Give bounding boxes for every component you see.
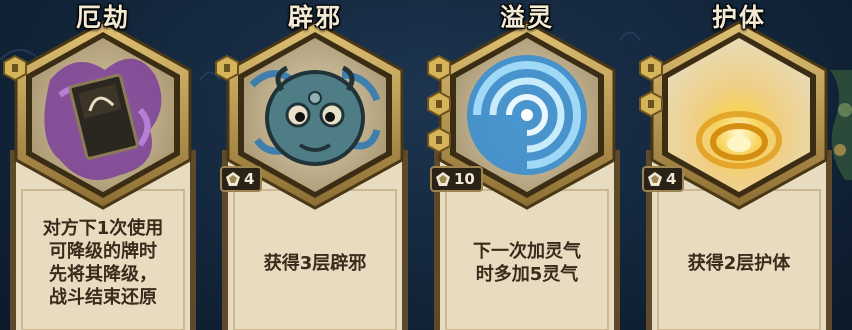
card-huti[interactable]: 护体 4 获得2层护体 [636,0,842,330]
card-description: 获得3层辟邪 [263,252,367,274]
upgrade-coin-icon [215,55,239,81]
card-description: 获得2层护体 [687,252,791,274]
cursed-card-icon [44,58,162,180]
upgrade-coin-icon [427,91,451,117]
upgrade-coin-icon [639,91,663,117]
cost-value: 4 [244,170,255,188]
card-title: 溢灵 [499,3,554,32]
card-title: 护体 [711,3,766,32]
spirit-gem-icon [436,172,450,186]
upgrade-coin-icon [639,55,663,81]
cost-value: 10 [454,170,475,188]
spirit-vortex-icon [467,55,587,175]
spirit-cost-badge: 10 [430,166,483,192]
card-yiling[interactable]: 溢灵 10 下一次加灵气 时多加5灵气 [424,0,630,330]
card-description: 下一次加灵气 时多加5灵气 [473,241,581,285]
upgrade-coin-icon [427,55,451,81]
card-ejie[interactable]: 厄劫 对方下1次使用 可降级的牌时 先将其降级， 战斗结束还原 [0,0,206,330]
card-title: 辟邪 [287,3,342,32]
cost-value: 4 [666,170,677,188]
upgrade-coin-icon [427,127,451,153]
spirit-gem-icon [226,172,240,186]
spirit-cost-badge: 4 [220,166,263,192]
spirit-cost-badge: 4 [642,166,685,192]
card-description: 对方下1次使用 可降级的牌时 先将其降级， 战斗结束还原 [42,218,164,308]
card-bixie[interactable]: 辟邪 4 获得3层辟邪 [212,0,418,330]
card-title: 厄劫 [75,3,130,32]
upgrade-coin-icon [3,55,27,81]
spirit-gem-icon [648,172,662,186]
